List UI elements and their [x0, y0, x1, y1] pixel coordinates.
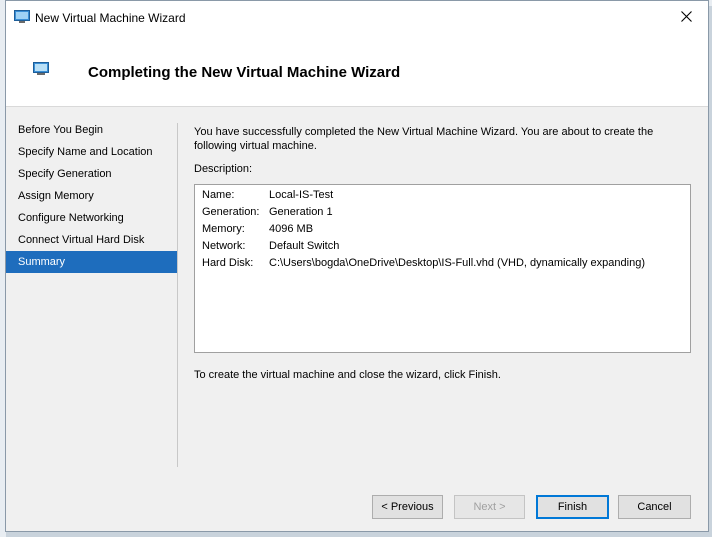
- wizard-step-nav: Before You Begin Specify Name and Locati…: [6, 119, 177, 273]
- finish-note: To create the virtual machine and close …: [194, 369, 501, 381]
- finish-button[interactable]: Finish: [536, 495, 609, 519]
- nav-item-specify-name-location[interactable]: Specify Name and Location: [6, 141, 177, 163]
- detail-key: Network:: [202, 240, 246, 252]
- hyperv-icon: [14, 10, 30, 26]
- description-label: Description:: [194, 163, 253, 175]
- close-button[interactable]: [664, 1, 708, 34]
- summary-content: You have successfully completed the New …: [194, 125, 692, 381]
- nav-item-specify-generation[interactable]: Specify Generation: [6, 163, 177, 185]
- nav-divider: [177, 123, 178, 467]
- intro-line-2: following virtual machine.: [194, 140, 317, 152]
- cancel-button[interactable]: Cancel: [618, 495, 691, 519]
- detail-row-generation: Generation: Generation 1: [202, 204, 333, 221]
- intro-text: You have successfully completed the New …: [194, 125, 692, 153]
- detail-value: Default Switch: [269, 240, 340, 252]
- nav-item-configure-networking[interactable]: Configure Networking: [6, 207, 177, 229]
- wizard-window: New Virtual Machine Wizard Completing th…: [5, 0, 709, 532]
- nav-item-before-you-begin[interactable]: Before You Begin: [6, 119, 177, 141]
- detail-key: Hard Disk:: [202, 257, 254, 269]
- description-box[interactable]: Name: Local-IS-Test Generation: Generation…: [194, 184, 691, 353]
- page-title: Completing the New Virtual Machine Wizar…: [88, 64, 401, 81]
- window-title: New Virtual Machine Wizard: [35, 11, 186, 25]
- wizard-header: Completing the New Virtual Machine Wizar…: [6, 34, 708, 107]
- detail-key: Memory:: [202, 223, 245, 235]
- previous-button[interactable]: < Previous: [372, 495, 443, 519]
- nav-item-connect-virtual-hard-disk[interactable]: Connect Virtual Hard Disk: [6, 229, 177, 251]
- title-bar[interactable]: New Virtual Machine Wizard: [6, 1, 708, 34]
- intro-line-1: You have successfully completed the New …: [194, 126, 654, 138]
- next-button[interactable]: Next >: [454, 495, 525, 519]
- detail-value: Generation 1: [269, 206, 333, 218]
- detail-row-network: Network: Default Switch: [202, 238, 339, 255]
- detail-row-memory: Memory: 4096 MB: [202, 221, 313, 238]
- detail-value: 4096 MB: [269, 223, 314, 235]
- detail-row-name: Name: Local-IS-Test: [202, 187, 333, 204]
- nav-item-assign-memory[interactable]: Assign Memory: [6, 185, 177, 207]
- nav-item-summary[interactable]: Summary: [6, 251, 177, 273]
- close-icon: [680, 10, 692, 25]
- detail-row-hard-disk: Hard Disk: C:\Users\bogda\OneDrive\Deskto…: [202, 255, 645, 272]
- detail-key: Name:: [202, 189, 235, 201]
- virtual-machine-icon: [33, 62, 49, 78]
- detail-value: Local-IS-Test: [269, 189, 334, 201]
- detail-value: C:\Users\bogda\OneDrive\Desktop\IS-Full.…: [269, 257, 645, 269]
- detail-key: Generation:: [202, 206, 260, 218]
